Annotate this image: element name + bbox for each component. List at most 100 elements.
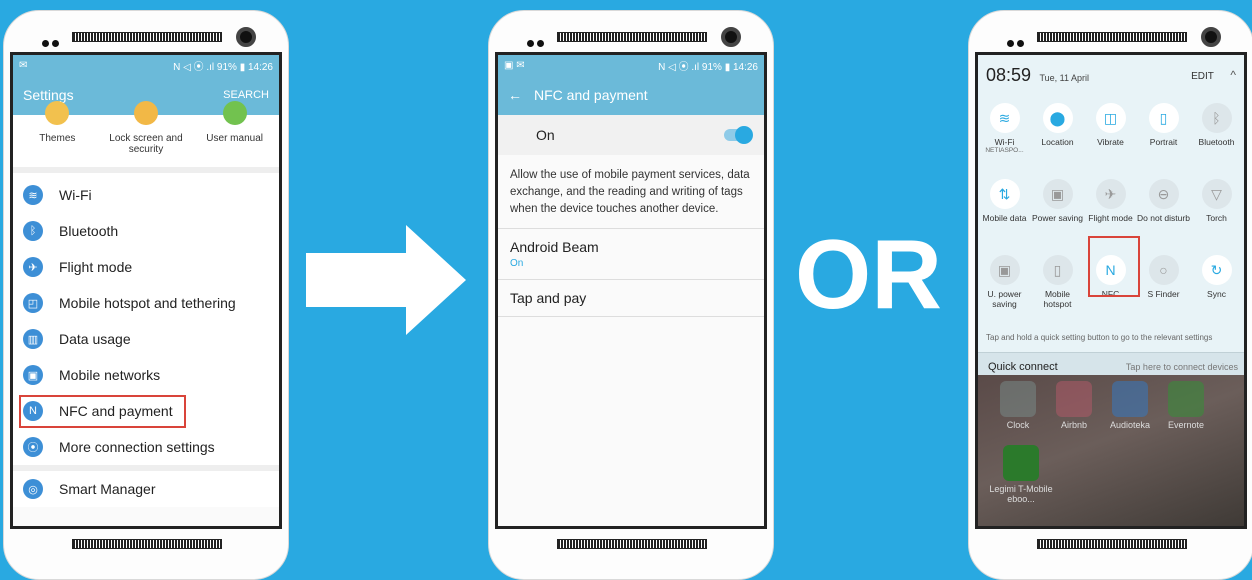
quick-tile-hotspot[interactable]: ▯ Mobile hotspot xyxy=(1031,255,1084,327)
status-right: N ◁ ⦿ .ıl 91% ▮ 14:26 xyxy=(173,61,273,73)
shortcut-themes[interactable]: Themes xyxy=(17,101,97,144)
airplane-icon: ✈ xyxy=(1095,179,1126,209)
quick-tile-wifi[interactable]: ≋ Wi-Fi NETIASPO... xyxy=(978,103,1031,175)
sensor-dots xyxy=(527,34,549,47)
menu-item-smart-manager[interactable]: ◎ Smart Manager xyxy=(13,471,279,507)
app-audioteka[interactable]: Audioteka xyxy=(1100,381,1160,430)
shortcut-user-manual[interactable]: User manual xyxy=(195,101,275,144)
evernote-icon xyxy=(1168,381,1204,417)
phone-frame-1: ✉ N ◁ ⦿ .ıl 91% ▮ 14:26 Settings SEARCH … xyxy=(3,10,289,580)
tile-label: U. power saving xyxy=(987,289,1022,309)
nfc-toggle-row[interactable]: On xyxy=(498,115,764,155)
bottom-speaker xyxy=(1037,539,1187,549)
highlight-nfc-menu xyxy=(19,395,186,428)
tile-label: Portrait xyxy=(1149,137,1178,147)
quick-tile-sync[interactable]: ↻ Sync xyxy=(1190,255,1243,327)
hotspot-icon: ▯ xyxy=(1042,255,1073,285)
menu-item-mobile-networks[interactable]: ▣ Mobile networks xyxy=(13,357,279,393)
tile-label: S Finder xyxy=(1147,289,1180,299)
menu-item-flight-mode[interactable]: ✈ Flight mode xyxy=(13,249,279,285)
tile-label: Mobile hotspot xyxy=(1043,289,1072,309)
quick-tile-torch[interactable]: ▽ Torch xyxy=(1190,179,1243,251)
tile-label: Sync xyxy=(1207,289,1226,299)
tile-label: Mobile data xyxy=(982,213,1027,223)
quick-connect-label: Quick connect xyxy=(988,360,1058,373)
camera xyxy=(236,27,256,47)
tile-label: Torch xyxy=(1206,213,1227,223)
bluetooth-icon: ᛒ xyxy=(23,221,43,241)
home-screen-background: Clock Airbnb Audioteka Evernote Legimi T… xyxy=(978,375,1244,526)
settings-screen: ✉ N ◁ ⦿ .ıl 91% ▮ 14:26 Settings SEARCH … xyxy=(10,52,282,529)
tile-label: Vibrate xyxy=(1097,137,1124,147)
quick-tile-portrait[interactable]: ▯ Portrait xyxy=(1137,103,1190,175)
app-clock[interactable]: Clock xyxy=(988,381,1048,430)
quick-tile-location[interactable]: ⬤ Location xyxy=(1031,103,1084,175)
page-title: NFC and payment xyxy=(534,87,648,103)
tile-sublabel: NETIASPO... xyxy=(985,147,1024,154)
wifi-icon: ≋ xyxy=(23,185,43,205)
status-bar: ▣ ✉ N ◁ ⦿ .ıl 91% ▮ 14:26 xyxy=(498,55,764,75)
page-title: Settings xyxy=(23,87,74,103)
power-saving-icon: ▣ xyxy=(1042,179,1073,209)
airplane-icon: ✈ xyxy=(23,257,43,277)
status-left: ✉ xyxy=(19,59,28,71)
tile-label: Bluetooth xyxy=(1198,137,1235,147)
speaker-grille xyxy=(72,32,222,42)
highlight-nfc-tile xyxy=(1088,236,1140,297)
menu-item-data-usage[interactable]: ▥ Data usage xyxy=(13,321,279,357)
toggle-label: On xyxy=(536,127,555,143)
quick-tile-bluetooth[interactable]: ᛒ Bluetooth xyxy=(1190,103,1243,175)
nfc-toggle-switch[interactable] xyxy=(724,126,753,144)
edit-button[interactable]: EDIT xyxy=(1191,71,1214,82)
torch-icon: ▽ xyxy=(1201,179,1232,209)
mobile-data-icon: ⇅ xyxy=(989,179,1020,209)
menu-item-wifi[interactable]: ≋ Wi-Fi xyxy=(13,177,279,213)
quick-tile-vibrate[interactable]: ◫ Vibrate xyxy=(1084,103,1137,175)
tap-and-pay-title: Tap and pay xyxy=(510,290,587,306)
quick-tile-ultra-power[interactable]: ▣ U. power saving xyxy=(978,255,1031,327)
hotspot-icon: ◰ xyxy=(23,293,43,313)
bottom-speaker xyxy=(557,539,707,549)
collapse-chevron-icon[interactable]: ^ xyxy=(1230,68,1236,82)
menu-item-bluetooth[interactable]: ᛒ Bluetooth xyxy=(13,213,279,249)
settings-list: ≋ Wi-Fi ᛒ Bluetooth ✈ Flight mode ◰ Mobile h… xyxy=(13,173,279,507)
portrait-icon: ▯ xyxy=(1148,103,1179,133)
lock-icon xyxy=(133,101,158,125)
sync-icon: ↻ xyxy=(1201,255,1232,285)
menu-item-more-connection[interactable]: ⦿ More connection settings xyxy=(13,429,279,471)
bottom-speaker xyxy=(72,539,222,549)
quick-tile-mobile-data[interactable]: ⇅ Mobile data xyxy=(978,179,1031,251)
quick-tile-power-saving[interactable]: ▣ Power saving xyxy=(1031,179,1084,251)
nfc-screen: ▣ ✉ N ◁ ⦿ .ıl 91% ▮ 14:26 ← NFC and paym… xyxy=(495,52,767,529)
quick-connect-hint: Tap here to connect devices xyxy=(1125,361,1238,372)
android-beam-title: Android Beam xyxy=(510,239,599,255)
tap-and-pay-row[interactable]: Tap and pay xyxy=(498,280,764,317)
back-arrow-icon[interactable]: ← xyxy=(508,87,522,103)
location-icon: ⬤ xyxy=(1042,103,1073,133)
clock-time: 08:59 xyxy=(986,64,1032,85)
shortcut-row: Themes Lock screen and security User man… xyxy=(13,101,279,173)
wifi-icon: ≋ xyxy=(989,103,1020,133)
status-bar: ✉ N ◁ ⦿ .ıl 91% ▮ 14:26 xyxy=(13,55,279,75)
app-evernote[interactable]: Evernote xyxy=(1156,381,1216,430)
nfc-description: Allow the use of mobile payment services… xyxy=(498,155,764,229)
quick-tile-search[interactable]: ○ S Finder xyxy=(1137,255,1190,327)
bluetooth-icon: ᛒ xyxy=(1201,103,1232,133)
menu-item-hotspot[interactable]: ◰ Mobile hotspot and tethering xyxy=(13,285,279,321)
tile-label: Wi-Fi xyxy=(994,137,1015,147)
vibrate-icon: ◫ xyxy=(1095,103,1126,133)
search-button[interactable]: SEARCH xyxy=(223,89,269,101)
tile-label: Flight mode xyxy=(1088,213,1133,223)
do-not-disturb-icon: ⊖ xyxy=(1148,179,1179,209)
quick-tile-do-not-disturb[interactable]: ⊖ Do not disturb xyxy=(1137,179,1190,251)
audioteka-icon xyxy=(1112,381,1148,417)
shortcut-lock-screen[interactable]: Lock screen and security xyxy=(106,101,186,155)
app-legimi[interactable]: Legimi T-Mobile eboo... xyxy=(988,445,1054,504)
tile-label: Location xyxy=(1041,137,1074,147)
android-beam-row[interactable]: Android Beam On xyxy=(498,229,764,280)
or-label: OR xyxy=(795,219,942,329)
camera xyxy=(1201,27,1221,47)
nfc-header: ← NFC and payment xyxy=(498,75,764,115)
android-beam-status: On xyxy=(510,258,524,269)
app-airbnb[interactable]: Airbnb xyxy=(1044,381,1104,430)
